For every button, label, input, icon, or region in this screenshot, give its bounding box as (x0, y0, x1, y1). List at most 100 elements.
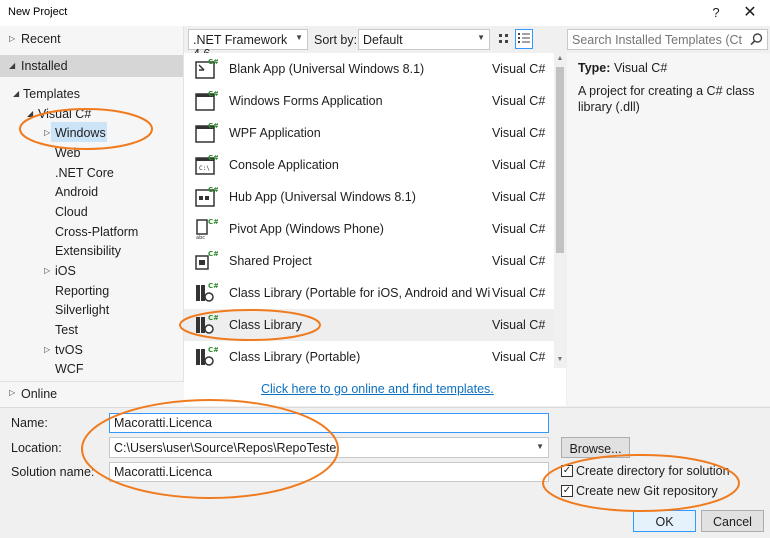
tree-label: Silverlight (55, 303, 110, 317)
template-item-class-library[interactable]: C# Class Library Visual C# (184, 309, 554, 341)
tree-label: Cloud (55, 205, 88, 219)
template-list-scrollbar[interactable]: ▲ ▼ (554, 53, 566, 368)
collapse-arrow-icon[interactable]: ◢ (13, 84, 19, 104)
tree-label: Test (55, 323, 78, 337)
tree-label: iOS (55, 264, 76, 278)
scroll-down-icon[interactable]: ▼ (554, 356, 566, 363)
template-name: WPF Application (229, 126, 321, 140)
online-link-area: Click here to go online and find templat… (184, 368, 566, 406)
sort-dropdown[interactable]: Default ▼ (358, 29, 490, 50)
tree-item-test[interactable]: Test (0, 320, 183, 340)
search-input[interactable] (568, 30, 746, 49)
console-app-icon: C:\ C# (194, 154, 219, 176)
tree-item-reporting[interactable]: Reporting (0, 281, 183, 301)
location-input[interactable] (110, 438, 530, 457)
template-item-class-library-portable-ios-android[interactable]: C# Class Library (Portable for iOS, Andr… (184, 277, 554, 309)
template-name: Hub App (Universal Windows 8.1) (229, 190, 416, 204)
template-language: Visual C# (492, 158, 546, 172)
template-item-blank-app[interactable]: C# Blank App (Universal Windows 8.1) Vis… (184, 53, 554, 85)
template-language: Visual C# (492, 94, 546, 108)
template-name: Class Library (Portable) (229, 350, 361, 364)
template-name: Class Library (Portable for iOS, Android… (229, 286, 491, 300)
class-library-portable-icon: C# (194, 346, 219, 368)
template-item-hub-app[interactable]: C# Hub App (Universal Windows 8.1) Visua… (184, 181, 554, 213)
expand-arrow-icon[interactable]: ▷ (9, 388, 15, 397)
help-button[interactable]: ? (705, 3, 727, 23)
svg-text:C#: C# (208, 250, 218, 258)
template-name: Windows Forms Application (229, 94, 383, 108)
type-value: Visual C# (614, 61, 668, 75)
svg-text:C#: C# (208, 122, 218, 130)
grid-view-icon[interactable] (496, 31, 512, 47)
template-item-console-application[interactable]: C:\ C# Console Application Visual C# (184, 149, 554, 181)
template-item-shared-project[interactable]: C# Shared Project Visual C# (184, 245, 554, 277)
collapse-arrow-icon[interactable]: ◢ (9, 56, 15, 76)
template-language: Visual C# (492, 350, 546, 364)
class-library-portable-icon: C# (194, 282, 219, 304)
tree-item-net-core[interactable]: .NET Core (0, 163, 183, 183)
collapse-arrow-icon[interactable]: ◢ (27, 104, 33, 124)
checkmark-icon[interactable]: ✓ (561, 465, 573, 477)
template-language: Visual C# (492, 190, 546, 204)
tree-item-cloud[interactable]: Cloud (0, 202, 183, 222)
template-name: Shared Project (229, 254, 312, 268)
expand-arrow-icon[interactable]: ▷ (44, 340, 50, 360)
chevron-down-icon[interactable]: ▼ (536, 442, 544, 451)
tree-item-visual-csharp[interactable]: ◢ Visual C# (0, 104, 183, 124)
hub-app-icon: C# (194, 186, 219, 208)
tree-item-android[interactable]: Android (0, 182, 183, 202)
ok-button[interactable]: OK (633, 510, 696, 532)
project-name-input[interactable] (109, 413, 549, 433)
svg-text:C#: C# (208, 58, 218, 66)
tree-item-tvos[interactable]: ▷ tvOS (0, 340, 183, 360)
tree-label: Recent (21, 32, 61, 46)
browse-button[interactable]: Browse... (561, 437, 630, 458)
tree-item-recent[interactable]: ▷ Recent (0, 29, 183, 49)
framework-dropdown[interactable]: .NET Framework 4.6 ▼ (188, 29, 308, 61)
template-item-wpf-application[interactable]: C# WPF Application Visual C# (184, 117, 554, 149)
expand-arrow-icon[interactable]: ▷ (9, 29, 15, 49)
tree-item-silverlight[interactable]: Silverlight (0, 300, 183, 320)
online-templates-link[interactable]: Click here to go online and find templat… (261, 382, 494, 396)
tree-item-extensibility[interactable]: Extensibility (0, 241, 183, 261)
expand-arrow-icon[interactable]: ▷ (44, 123, 50, 143)
scrollbar-thumb[interactable] (556, 67, 564, 253)
type-label: Type: (578, 61, 611, 75)
template-language: Visual C# (492, 254, 546, 268)
expand-arrow-icon[interactable]: ▷ (44, 261, 50, 281)
close-button[interactable]: ✕ (738, 3, 762, 23)
tree-item-windows[interactable]: ▷ Windows (0, 123, 183, 143)
scroll-up-icon[interactable]: ▲ (554, 55, 566, 62)
template-item-pivot-app[interactable]: abc C# Pivot App (Windows Phone) Visual … (184, 213, 554, 245)
checkbox-label: Create new Git repository (576, 484, 718, 498)
template-description: A project for creating a C# class librar… (578, 84, 755, 114)
tree-item-templates[interactable]: ◢ Templates (0, 84, 183, 104)
cancel-button[interactable]: Cancel (701, 510, 764, 532)
tree-item-wcf[interactable]: WCF (0, 359, 183, 379)
tree-item-online[interactable]: ▷ Online (0, 381, 184, 407)
tree-label: Reporting (55, 284, 110, 298)
template-item-windows-forms[interactable]: C# Windows Forms Application Visual C# (184, 85, 554, 117)
solution-name-label: Solution name: (11, 465, 95, 479)
svg-text:C#: C# (208, 186, 218, 194)
tree-item-cross-platform[interactable]: Cross-Platform (0, 222, 183, 242)
svg-text:abc: abc (196, 235, 205, 240)
search-box[interactable] (567, 29, 768, 50)
tree-item-ios[interactable]: ▷ iOS (0, 261, 183, 281)
location-label: Location: (11, 441, 62, 455)
svg-text:C#: C# (208, 346, 218, 354)
checkmark-icon[interactable]: ✓ (561, 485, 573, 497)
class-library-icon: C# (194, 314, 219, 336)
list-view-icon[interactable] (515, 29, 533, 49)
location-combo[interactable]: ▼ (109, 437, 549, 458)
tree-label: Installed (21, 59, 68, 73)
tree-label: Templates (23, 87, 80, 101)
solution-name-input[interactable] (109, 462, 549, 482)
checkbox-label: Create directory for solution (576, 464, 730, 478)
search-icon[interactable] (749, 32, 764, 47)
svg-text:C#: C# (208, 154, 218, 162)
tree-item-installed[interactable]: ◢ Installed (0, 55, 183, 77)
tree-label: Visual C# (38, 107, 92, 121)
tree-item-web[interactable]: Web (0, 143, 183, 163)
tree-label: Extensibility (55, 244, 121, 258)
